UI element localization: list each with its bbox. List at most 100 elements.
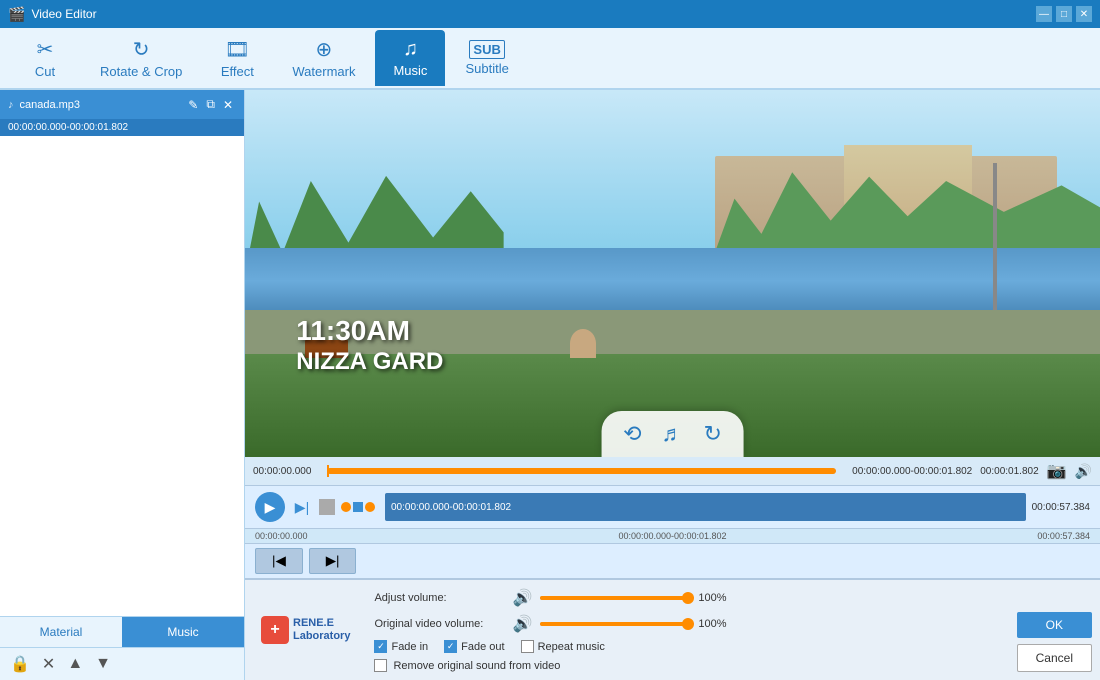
track-time-label: 00:00:00.000-00:00:01.802 <box>391 502 511 513</box>
kf-dot1 <box>341 502 351 512</box>
left-toolbar: 🔒 ✕ ▲ ▼ <box>0 647 244 680</box>
move-down-button[interactable]: ▼ <box>93 653 113 675</box>
tab-watermark[interactable]: ⊕ Watermark <box>276 30 371 86</box>
ts-start: 00:00:00.000 <box>255 531 308 541</box>
tab-music[interactable]: ♫ Music <box>375 30 445 86</box>
timeline-controls-bar: 00:00:00.000 00:00:00.000-00:00:01.802 0… <box>245 457 1100 486</box>
bottom-section: + RENE.E Laboratory Adjust volume: 🔊 <box>245 579 1100 680</box>
delete-button[interactable]: ✕ <box>40 652 57 676</box>
volume-controls: Adjust volume: 🔊 100% Original video vol… <box>374 588 1000 672</box>
original-volume-pct: 100% <box>698 618 733 630</box>
file-name: canada.mp3 <box>20 99 180 111</box>
file-timestamp: 00:00:00.000-00:00:01.802 <box>0 119 244 136</box>
timeline-timestamps: 00:00:00.000 00:00:00.000-00:00:01.802 0… <box>245 529 1100 543</box>
repeat-music-item: Repeat music <box>521 640 605 653</box>
segment-buttons: |◀ ▶| <box>245 543 1100 579</box>
fade-out-checkbox[interactable]: ✓ <box>444 640 457 653</box>
adjust-volume-fill <box>540 596 690 600</box>
file-copy-button[interactable]: ⧉ <box>203 96 218 113</box>
fade-in-checkbox[interactable]: ✓ <box>374 640 387 653</box>
file-icon: ♪ <box>8 99 14 111</box>
tab-watermark-label: Watermark <box>292 64 355 79</box>
tab-subtitle-label: Subtitle <box>465 61 508 76</box>
play-button[interactable]: ▶ <box>255 492 285 522</box>
left-panel: ♪ canada.mp3 ✎ ⧉ ✕ 00:00:00.000-00:00:01… <box>0 90 245 680</box>
original-volume-thumb <box>682 618 694 630</box>
cut-icon: ✂ <box>37 37 54 62</box>
remove-sound-checkbox[interactable] <box>374 659 387 672</box>
adjust-volume-slider[interactable] <box>540 596 690 600</box>
minimize-button[interactable]: — <box>1036 6 1052 22</box>
repeat-music-label: Repeat music <box>538 641 605 653</box>
scene-overlay-place: NIZZA GARD <box>296 348 443 376</box>
cancel-button[interactable]: Cancel <box>1017 644 1092 672</box>
file-edit-button[interactable]: ✎ <box>185 96 201 113</box>
person-add-button[interactable]: ♬ <box>660 419 686 449</box>
timeline-bar-fill <box>327 468 836 474</box>
original-volume-row: Original video volume: 🔊 100% <box>374 614 1000 634</box>
effect-icon: 🎞 <box>225 37 250 62</box>
adjust-volume-icon: 🔊 <box>512 588 532 608</box>
fade-out-item: ✓ Fade out <box>444 640 504 653</box>
scene-person <box>570 329 596 358</box>
kf-rect <box>353 502 363 512</box>
close-button[interactable]: ✕ <box>1076 6 1092 22</box>
tl-time-end: 00:00:01.802 <box>980 466 1038 477</box>
timeline-bar-marker <box>327 465 329 477</box>
watermark-icon: ⊕ <box>316 37 333 62</box>
left-bottom-tabs: Material Music <box>0 616 244 647</box>
keyframe-control <box>341 502 375 512</box>
repeat-music-checkbox[interactable] <box>521 640 534 653</box>
ts-end-alt: 00:00:57.384 <box>1037 531 1090 541</box>
tl-time-start: 00:00:00.000 <box>253 466 311 477</box>
adjust-volume-label: Adjust volume: <box>374 592 504 604</box>
timeline-track[interactable]: 00:00:00.000-00:00:01.802 <box>385 493 1026 521</box>
original-volume-slider[interactable] <box>540 622 690 626</box>
logo-cross-icon: + <box>261 616 289 644</box>
fade-in-item: ✓ Fade in <box>374 640 428 653</box>
volume-toggle-button[interactable]: 🔊 <box>1075 463 1092 480</box>
action-buttons: OK Cancel <box>1017 588 1092 672</box>
adjust-volume-thumb <box>682 592 694 604</box>
timeline-bar[interactable] <box>327 468 836 474</box>
title-bar-icon: 🎬 <box>8 6 25 23</box>
left-tab-music[interactable]: Music <box>122 617 244 647</box>
lock-button[interactable]: 🔒 <box>8 652 32 676</box>
scene-water <box>245 248 1100 314</box>
tab-rotate[interactable]: ↻ Rotate & Crop <box>84 30 198 86</box>
adjust-volume-pct: 100% <box>698 592 733 604</box>
original-volume-fill <box>540 622 690 626</box>
fade-in-label: Fade in <box>391 641 428 653</box>
segment-btn-left[interactable]: |◀ <box>255 548 303 574</box>
music-icon: ♫ <box>403 38 418 61</box>
title-bar: 🎬 Video Editor — □ ✕ <box>0 0 1100 28</box>
scene-overlay-time: 11:30AM <box>296 315 410 347</box>
ok-button[interactable]: OK <box>1017 612 1092 638</box>
video-area: 11:30AM NIZZA GARD ⟲ ♬ ↻ 00:00:00.000 00… <box>245 90 1100 680</box>
segment-btn-right[interactable]: ▶| <box>309 548 357 574</box>
rotate-icon: ↻ <box>133 37 150 62</box>
file-close-button[interactable]: ✕ <box>220 96 236 113</box>
ts-mid: 00:00:00.000-00:00:01.802 <box>618 531 726 541</box>
snapshot-button[interactable]: 📷 <box>1047 461 1067 481</box>
move-up-button[interactable]: ▲ <box>65 653 85 675</box>
left-tab-material[interactable]: Material <box>0 617 122 647</box>
tab-cut[interactable]: ✂ Cut <box>10 30 80 86</box>
play-step-button[interactable]: ▶| <box>291 496 313 518</box>
tab-rotate-label: Rotate & Crop <box>100 64 182 79</box>
rewind-button[interactable]: ⟲ <box>621 419 643 449</box>
tab-subtitle[interactable]: SUB Subtitle <box>449 30 524 86</box>
lamp-post <box>993 163 997 310</box>
remove-sound-row: Remove original sound from video <box>374 659 1000 672</box>
checkbox-row: ✓ Fade in ✓ Fade out Repeat music <box>374 640 1000 653</box>
tab-bar: ✂ Cut ↻ Rotate & Crop 🎞 Effect ⊕ Waterma… <box>0 28 1100 90</box>
logo-text: RENE.E Laboratory <box>293 617 350 643</box>
fade-out-label: Fade out <box>461 641 504 653</box>
stop-button[interactable] <box>319 499 335 515</box>
effect-add-button[interactable]: ↻ <box>702 419 724 449</box>
subtitle-icon: SUB <box>469 40 504 59</box>
maximize-button[interactable]: □ <box>1056 6 1072 22</box>
transport-overlay: ⟲ ♬ ↻ <box>601 411 744 457</box>
track-end-time: 00:00:57.384 <box>1032 502 1090 513</box>
tab-effect[interactable]: 🎞 Effect <box>202 30 272 86</box>
